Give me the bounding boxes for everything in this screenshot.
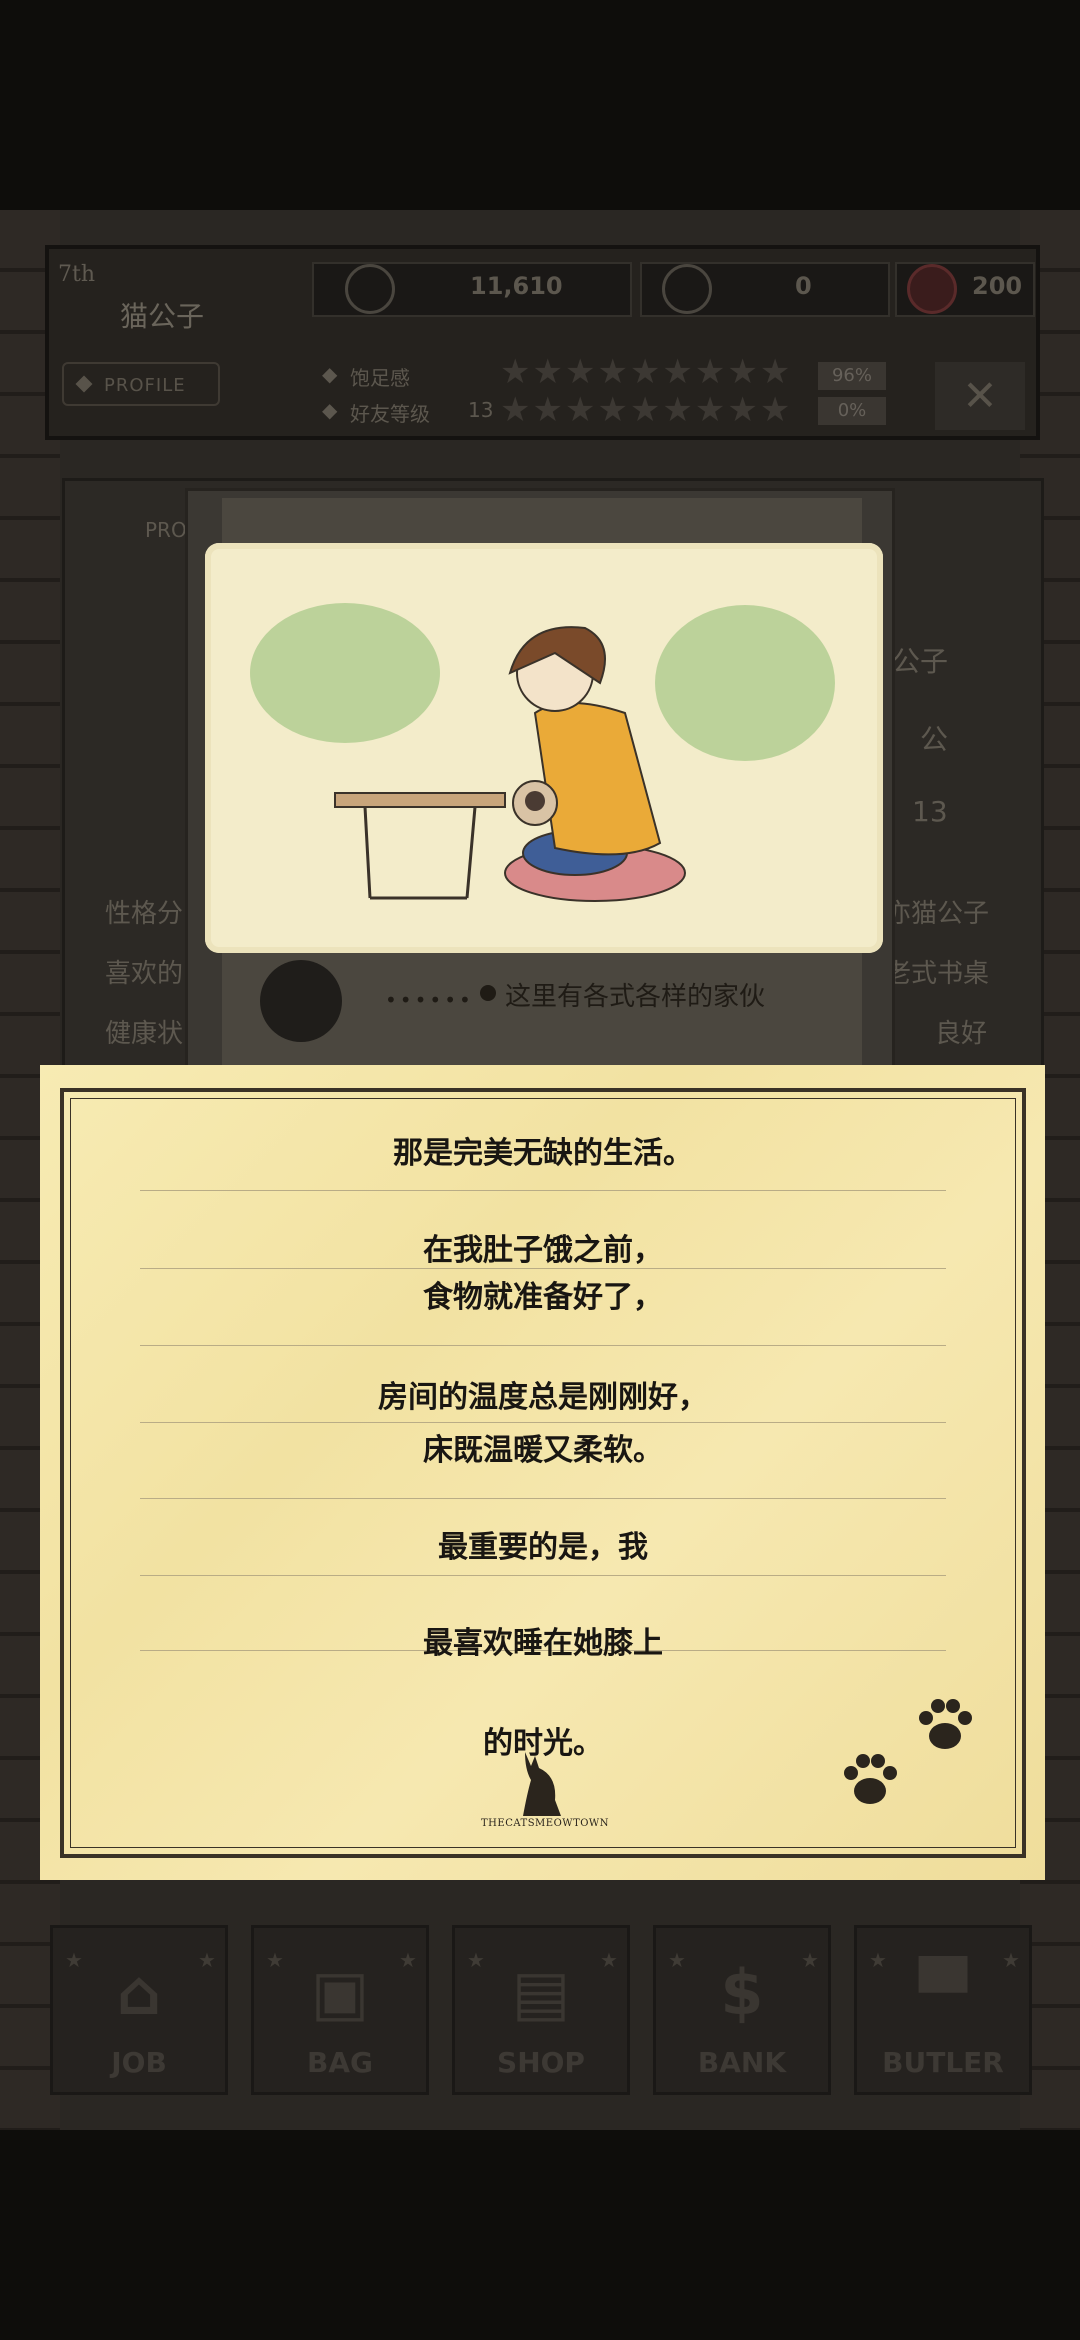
ruled-line (140, 1190, 946, 1191)
brand-mark: THECATSMEOWTOWN (481, 1818, 609, 1829)
dock-shop-label: SHOP (497, 2046, 585, 2079)
star-icon: ★ (801, 1948, 819, 1972)
dock-bank-button[interactable]: $ ★ ★ BANK (653, 1925, 831, 2095)
name-value: 公子 (892, 645, 949, 678)
satiety-bullet-icon: ◆ (322, 362, 338, 386)
profile-button[interactable]: PROFILE (62, 362, 220, 406)
girl-at-desk-illustration (250, 603, 835, 902)
star-icon: ★ (266, 1948, 284, 1972)
favorite-label: 喜欢的 (105, 959, 184, 989)
gender-value: 公 (920, 723, 949, 756)
dock-bank-label: BANK (697, 2046, 787, 2079)
satiety-percent: 96% (818, 362, 886, 390)
paw-print-icon (919, 1699, 972, 1749)
cat-name: 猫公子 (120, 300, 205, 333)
star-icon: ★ (1002, 1948, 1020, 1972)
friend-stars: ★★★★★★★★★ (500, 390, 793, 430)
friend-level-label: 好友等级 (350, 402, 430, 426)
story-line: 房间的温度总是刚刚好， (378, 1380, 708, 1415)
close-icon: ✕ (962, 371, 998, 420)
close-button[interactable]: ✕ (935, 362, 1025, 430)
story-line: 在我肚子饿之前， (423, 1233, 663, 1268)
friend-level-value: 13 (468, 398, 494, 422)
personality-label: 性格分 (105, 899, 184, 929)
cat-silhouette-icon (523, 1752, 561, 1816)
heart-icon (907, 264, 957, 314)
dock-job-label: JOB (111, 2046, 167, 2079)
dock-bag-button[interactable]: ▣ ★ ★ BAG (251, 1925, 429, 2095)
ruled-line (140, 1498, 946, 1499)
personality-value: 亦猫公子 (885, 899, 990, 929)
ruled-line (140, 1345, 946, 1346)
story-line: 最重要的是，我 (438, 1530, 648, 1565)
story-line: 床既温暖又柔软。 (423, 1433, 663, 1468)
satiety-label: 饱足感 (350, 366, 410, 390)
star-icon: ★ (399, 1948, 417, 1972)
diamond-icon (662, 264, 712, 314)
story-line: 最喜欢睡在她膝上 (423, 1626, 663, 1661)
dock-shop-button[interactable]: ▤ ★ ★ SHOP (452, 1925, 630, 2095)
story-line: 食物就准备好了， (423, 1280, 663, 1315)
heart-value: 200 (972, 272, 1023, 300)
coin-value: 11,610 (470, 272, 563, 300)
star-icon: ★ (467, 1948, 485, 1972)
star-icon: ★ (198, 1948, 216, 1972)
health-value: 良好 (935, 1019, 988, 1049)
friend-percent: 0% (818, 397, 886, 425)
star-icon: ★ (668, 1948, 686, 1972)
diamond-value: 0 (795, 272, 812, 300)
dock-job-button[interactable]: ⌂ ★ ★ JOB (50, 1925, 228, 2095)
diamond-bullet-icon (75, 375, 93, 393)
caption-dots: •••••• (385, 988, 474, 1012)
star-icon: ★ (600, 1948, 618, 1972)
memory-badge-icon (260, 960, 342, 1042)
health-label: 健康状 (105, 1019, 184, 1049)
friend-bullet-icon: ◆ (322, 398, 338, 422)
caption-bullet (480, 985, 496, 1001)
dock-butler-label: BUTLER (882, 2046, 1004, 2079)
story-line: 那是完美无缺的生活。 (393, 1136, 693, 1171)
dock-bag-label: BAG (307, 2046, 373, 2079)
profile-label: PROFILE (104, 375, 186, 396)
memory-illustration (205, 543, 883, 953)
paw-coin-icon (345, 264, 395, 314)
favorite-value: 老式书桌 (885, 959, 990, 989)
star-icon: ★ (65, 1948, 83, 1972)
level-value: 13 (912, 795, 948, 828)
ruled-line (140, 1575, 946, 1576)
paw-print-icon (844, 1754, 897, 1804)
memory-caption: 这里有各式各样的家伙 (505, 982, 766, 1012)
dock-butler-button[interactable]: ▀ ★ ★ BUTLER (854, 1925, 1032, 2095)
star-icon: ★ (869, 1948, 887, 1972)
satiety-stars: ★★★★★★★★★ (500, 352, 793, 392)
rank-label: 7th (58, 262, 96, 287)
ruled-line (140, 1422, 946, 1423)
